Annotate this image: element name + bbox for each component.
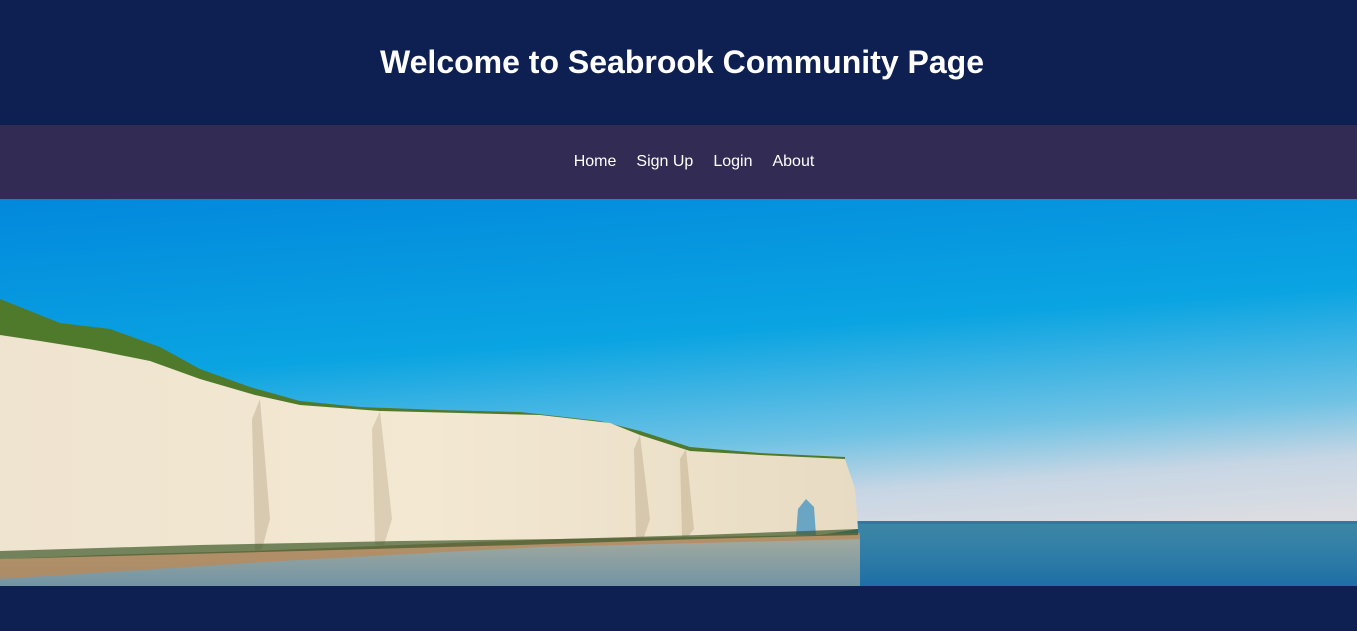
nav-link-login[interactable]: Login xyxy=(713,152,752,172)
nav-link-about[interactable]: About xyxy=(772,152,814,172)
hero-image xyxy=(0,199,1357,586)
nav-link-sign-up[interactable]: Sign Up xyxy=(636,152,693,172)
page-header: Welcome to Seabrook Community Page xyxy=(0,0,1357,125)
page-footer xyxy=(0,586,1357,631)
main-nav: Home Sign Up Login About xyxy=(0,125,1357,199)
nav-link-home[interactable]: Home xyxy=(574,152,617,172)
page-title: Welcome to Seabrook Community Page xyxy=(380,44,984,80)
cliffs-photo-illustration xyxy=(0,199,1357,586)
nav-links: Home Sign Up Login About xyxy=(543,152,815,172)
